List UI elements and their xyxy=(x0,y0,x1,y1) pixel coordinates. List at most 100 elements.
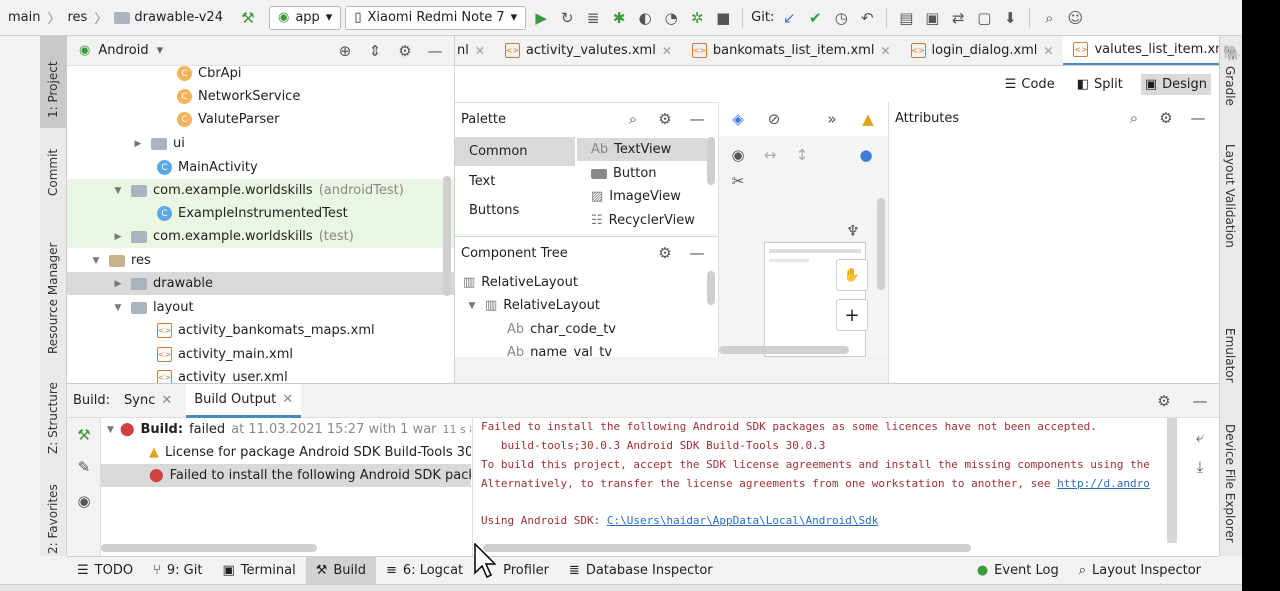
minimize-icon[interactable]: — xyxy=(686,108,708,130)
close-icon[interactable]: ✕ xyxy=(282,392,293,407)
layout-validation-tool-label[interactable]: Layout Validation xyxy=(1223,144,1237,248)
project-tool-button[interactable]: 1: Project xyxy=(40,36,67,128)
avd-manager-icon[interactable]: ▣ xyxy=(921,7,943,29)
gear-icon[interactable]: ⚙ xyxy=(654,242,676,264)
tree-item[interactable]: ▶ drawable xyxy=(67,272,454,295)
palette-item[interactable]: Ab TextView xyxy=(577,138,707,161)
tree-item[interactable]: ▶ com.example.worldskills (test) xyxy=(67,225,454,248)
zoom-in-button[interactable]: + xyxy=(836,299,868,331)
chevron-down-icon[interactable]: ▼ xyxy=(107,425,114,435)
run-icon[interactable]: ▶ xyxy=(530,7,552,29)
eye-icon[interactable]: ◉ xyxy=(73,490,95,512)
event-log-tool-button[interactable]: ● Event Log xyxy=(967,557,1069,585)
device-select[interactable]: ▯ Xiaomi Redmi Note 7 ▾ xyxy=(345,5,527,30)
build-error-row[interactable]: ⬤ Failed to install the following Android… xyxy=(101,464,471,487)
component-tree-scrollbar[interactable] xyxy=(707,271,715,305)
search-icon[interactable]: ⌕ xyxy=(1038,7,1060,29)
tree-item[interactable]: C NetworkService xyxy=(67,85,454,108)
debug-icon[interactable]: ✱ xyxy=(608,7,630,29)
gear-icon[interactable]: ⚙ xyxy=(654,108,676,130)
eye-icon[interactable]: ◉ xyxy=(727,144,749,166)
logcat-tool-button[interactable]: ≡ 6: Logcat xyxy=(376,557,473,585)
component-node[interactable]: Ab char_code_tv xyxy=(455,318,675,341)
component-node[interactable]: ▥ RelativeLayout xyxy=(455,271,675,294)
chevron-right-icon[interactable]: ▶ xyxy=(131,139,145,149)
component-node[interactable]: Ab name_val_tv xyxy=(455,341,675,357)
close-icon[interactable]: ✕ xyxy=(1043,44,1053,58)
tree-item[interactable]: ▼ layout xyxy=(67,296,454,319)
close-icon[interactable]: ✕ xyxy=(161,393,172,408)
attach-debugger-icon[interactable]: ◐ xyxy=(634,7,656,29)
build-output-console[interactable]: Failed to install the following Android … xyxy=(472,418,1219,557)
editor-tab[interactable]: <> bankomats_list_item.xml ✕ xyxy=(682,36,901,65)
minimize-icon[interactable]: — xyxy=(686,242,708,264)
code-view-button[interactable]: ☰ Code xyxy=(1001,74,1059,95)
constraints-icon[interactable]: ✂ xyxy=(727,170,749,192)
palette-item[interactable]: Button xyxy=(577,162,707,185)
todo-tool-button[interactable]: ☰ TODO xyxy=(67,557,143,585)
tree-item[interactable]: C CbrApi xyxy=(67,62,454,85)
terminal-tool-button[interactable]: ▣ Terminal xyxy=(212,557,305,585)
palette-category[interactable]: Buttons xyxy=(455,196,575,225)
tab-sync[interactable]: Sync ✕ xyxy=(124,393,172,408)
pin-icon[interactable]: ♆ xyxy=(842,220,864,242)
gear-icon[interactable]: ⚙ xyxy=(1155,107,1177,129)
sync-gradle-icon[interactable]: ⇄ xyxy=(947,7,969,29)
palette-category[interactable]: Text xyxy=(455,167,575,196)
tab-build-output[interactable]: Build Output ✕ xyxy=(186,383,302,418)
search-icon[interactable]: ⌕ xyxy=(1123,107,1145,129)
chevron-down-icon[interactable]: ▼ xyxy=(111,303,125,313)
tree-item[interactable]: <> activity_user.xml xyxy=(67,366,454,383)
breadcrumb-drawable[interactable]: drawable-v24 xyxy=(134,10,223,25)
help-icon[interactable]: ● xyxy=(855,144,877,166)
minimize-icon[interactable]: — xyxy=(424,40,446,62)
surface-hscrollbar[interactable] xyxy=(719,346,849,354)
minimize-icon[interactable]: — xyxy=(1189,390,1211,412)
tree-item[interactable]: C ValuteParser xyxy=(67,108,454,131)
chevron-down-icon[interactable]: ▾ xyxy=(157,43,164,58)
build-warning-row[interactable]: ▲ License for package Android SDK Build-T… xyxy=(101,441,471,464)
chevron-down-icon[interactable]: ▼ xyxy=(89,256,103,266)
account-icon[interactable]: ☺ xyxy=(1064,7,1086,29)
database-inspector-tool-button[interactable]: ≣ Database Inspector xyxy=(559,557,723,585)
build-root-row[interactable]: ▼ ⬤ Build: failed at 11.03.2021 15:27 with 1… xyxy=(101,418,471,441)
stop-icon[interactable]: ■ xyxy=(712,7,734,29)
run-config-select[interactable]: ◉ app ▾ xyxy=(268,5,342,30)
hammer-icon[interactable]: ⚒ xyxy=(73,424,95,446)
tree-item[interactable]: C MainActivity xyxy=(67,156,454,179)
git-history-icon[interactable]: ◷ xyxy=(830,7,852,29)
close-icon[interactable]: ✕ xyxy=(880,44,890,58)
profile-icon[interactable]: ◔ xyxy=(660,7,682,29)
pin-icon[interactable]: ✎ xyxy=(73,456,95,478)
gradle-tool-label[interactable]: Gradle xyxy=(1223,66,1237,106)
tree-item[interactable]: ▼ com.example.worldskills (androidTest) xyxy=(67,179,454,202)
gear-icon[interactable]: ⚙ xyxy=(1153,390,1175,412)
search-icon[interactable]: ⌕ xyxy=(622,108,644,130)
sdk-path-link[interactable]: C:\Users\haidar\AppData\Local\Android\Sd… xyxy=(607,514,879,527)
palette-item[interactable]: ☷ RecyclerView xyxy=(577,209,707,232)
close-icon[interactable]: ✕ xyxy=(475,44,485,58)
scroll-to-end-icon[interactable]: ⤓ xyxy=(1189,456,1211,478)
favorites-tool-label[interactable]: 2: Favorites xyxy=(46,484,60,554)
tree-item[interactable]: ▶ ui xyxy=(67,132,454,155)
pan-button[interactable]: ✋ xyxy=(836,259,868,291)
device-file-explorer-tool-label[interactable]: Device File Explorer xyxy=(1223,424,1237,543)
layout-inspector-tool-button[interactable]: ⌕ Layout Inspector xyxy=(1069,557,1211,585)
surface-scrollbar[interactable] xyxy=(877,198,885,290)
git-tool-button[interactable]: ⑂ 9: Git xyxy=(143,557,212,585)
chevron-down-icon[interactable]: ▼ xyxy=(111,186,125,196)
editor-tab[interactable]: nl ✕ xyxy=(455,36,495,65)
palette-category[interactable]: Common xyxy=(455,137,575,166)
more-icon[interactable]: » xyxy=(821,108,843,130)
output-vscrollbar[interactable] xyxy=(1167,418,1177,543)
project-view-select[interactable]: Android xyxy=(98,43,148,58)
project-scrollbar[interactable] xyxy=(443,176,451,296)
warning-icon[interactable]: ▲ xyxy=(857,108,879,130)
editor-tab-active[interactable]: <>valutes_list_item.xml✕ xyxy=(1063,36,1219,65)
breadcrumb-main[interactable]: main xyxy=(8,10,40,25)
collapse-all-icon[interactable]: ⇕ xyxy=(364,40,386,62)
chevron-right-icon[interactable]: ▶ xyxy=(111,232,125,242)
attach-icon[interactable]: ✲ xyxy=(686,7,708,29)
palette-item[interactable]: ▨ ImageView xyxy=(577,185,707,208)
component-node[interactable]: ▼ ▥ RelativeLayout xyxy=(455,294,675,317)
